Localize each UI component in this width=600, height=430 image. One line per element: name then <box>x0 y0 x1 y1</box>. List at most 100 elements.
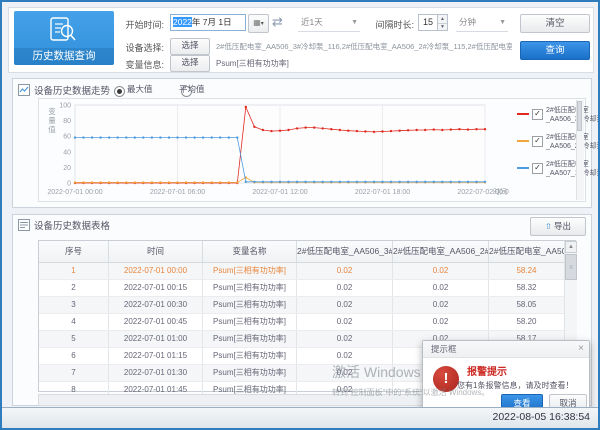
column-header: 变量名称 <box>203 241 297 262</box>
table-cell: Psum[三相有功功率] <box>203 348 297 364</box>
table-cell: 2 <box>39 280 109 296</box>
legend-label: 2#低压配电室_AA506_3#冷却泵 <box>546 106 600 124</box>
table-cell: 2022-07-01 00:30 <box>109 297 203 313</box>
device-select-button[interactable]: 选择 <box>170 38 210 55</box>
legend-item: ✓ 2#低压配电室_AA507_1#冷却泵 <box>517 160 577 178</box>
variable-select-button[interactable]: 选择 <box>170 55 210 72</box>
table-cell: Psum[三相有功功率] <box>203 263 297 279</box>
svg-text:100: 100 <box>59 103 71 110</box>
svg-text:2022-07-01 06:00: 2022-07-01 06:00 <box>150 189 205 196</box>
chevron-down-icon: ▾ <box>261 21 264 27</box>
legend-checkbox[interactable]: ✓ <box>532 163 543 174</box>
legend-color-line <box>517 167 529 169</box>
chevron-down-icon: ▼ <box>351 15 358 31</box>
start-time-label: 开始时间: <box>116 18 164 31</box>
legend-checkbox[interactable]: ✓ <box>532 136 543 147</box>
svg-text:2022-07-01 12:00: 2022-07-01 12:00 <box>252 189 307 196</box>
radio-avg-label[interactable]: 平均值 <box>179 83 205 95</box>
export-label: 导出 <box>554 221 571 231</box>
table-cell: 4 <box>39 314 109 330</box>
svg-text:80: 80 <box>63 118 71 125</box>
module-title: 历史数据查询 <box>14 48 114 65</box>
device-select-label: 设备选择: <box>116 41 164 54</box>
table-cell: 2022-07-01 01:30 <box>109 365 203 381</box>
close-icon[interactable]: × <box>578 343 584 354</box>
variable-info-label: 变量信息: <box>116 58 164 71</box>
table-row[interactable]: 22022-07-01 00:15Psum[三相有功功率]0.020.0258.… <box>39 280 575 297</box>
table-cell: 0.02 <box>297 263 393 279</box>
status-datetime: 2022-08-05 16:38:54 <box>493 411 591 423</box>
table-cell: 2022-07-01 00:15 <box>109 280 203 296</box>
table-cell: 1 <box>39 263 109 279</box>
column-header: 2#低压配电室_AA506_3#冷却泵... <box>297 241 393 262</box>
table-cell: 58.05 <box>489 297 565 313</box>
legend-scrollbar-thumb[interactable] <box>577 101 582 131</box>
table-cell: 0.02 <box>393 280 489 296</box>
column-header: 2#低压配电室_AA507_1#冷却泵... <box>489 241 565 262</box>
table-cell: 58.32 <box>489 280 565 296</box>
svg-text:2022-07-01 00:00: 2022-07-01 00:00 <box>47 189 102 196</box>
status-bar: 2022-08-05 16:38:54 <box>2 407 598 428</box>
query-button[interactable]: 查询 <box>520 41 590 60</box>
module-badge: 历史数据查询 <box>14 11 114 65</box>
table-cell: 0.02 <box>297 331 393 347</box>
table-section-icon <box>18 218 30 236</box>
legend-checkbox[interactable]: ✓ <box>532 109 543 120</box>
date-rest-segment[interactable]: 年 7月 1日 <box>192 17 232 27</box>
svg-text:2022-07-01 18:00: 2022-07-01 18:00 <box>355 189 410 196</box>
device-value: 2#低压配电室_AA506_3#冷却泵_116,2#低压配电室_AA506_2#… <box>216 41 512 52</box>
table-cell: 0.02 <box>297 280 393 296</box>
table-cell: 3 <box>39 297 109 313</box>
app-window: 历史数据查询 开始时间: 2022年 7月 1日 ▦▾ ⇄ 近1天 ▼ 间隔时长… <box>0 0 600 430</box>
alert-exclamation-icon: ! <box>433 366 459 392</box>
table-header-row: 序号时间变量名称2#低压配电室_AA506_3#冷却泵...2#低压配电室_AA… <box>39 241 575 263</box>
chart-legend: ✓ 2#低压配电室_AA506_3#冷却泵 ✓ 2#低压配电室_AA506_2#… <box>517 106 577 187</box>
table-cell: Psum[三相有功功率] <box>203 280 297 296</box>
table-scrollbar-thumb[interactable]: ≡ <box>565 254 577 280</box>
legend-item: ✓ 2#低压配电室_AA506_2#冷却泵 <box>517 133 577 151</box>
legend-scrollbar[interactable] <box>576 100 584 200</box>
calendar-button[interactable]: ▦▾ <box>248 14 269 33</box>
interval-stepper[interactable]: ▲ ▼ <box>438 14 448 31</box>
table-title: 设备历史数据表格 <box>34 218 110 232</box>
variable-value: Psum[三相有功功率] <box>216 58 512 69</box>
stepper-down-icon[interactable]: ▼ <box>438 23 447 31</box>
calendar-icon: ▦ <box>253 18 261 27</box>
legend-item: ✓ 2#低压配电室_AA506_3#冷却泵 <box>517 106 577 124</box>
svg-text:时间: 时间 <box>493 187 507 196</box>
stepper-up-icon[interactable]: ▲ <box>438 15 447 23</box>
table-row[interactable]: 32022-07-01 00:30Psum[三相有功功率]0.020.0258.… <box>39 297 575 314</box>
table-cell: 5 <box>39 331 109 347</box>
table-cell: 2022-07-01 01:15 <box>109 348 203 364</box>
table-cell: 2022-07-01 00:00 <box>109 263 203 279</box>
interval-label: 间隔时长: <box>368 18 414 31</box>
column-header: 序号 <box>39 241 109 262</box>
table-cell: 0.02 <box>297 297 393 313</box>
interval-input[interactable]: 15 <box>418 14 438 31</box>
swap-arrows-icon: ⇄ <box>272 15 283 29</box>
date-selected-segment[interactable]: 2022 <box>173 17 192 27</box>
trend-chart: 2022-07-01 00:00 2022-07-01 06:00 2022-07-… <box>39 99 509 203</box>
radio-max-value[interactable] <box>114 86 125 97</box>
table-row[interactable]: 12022-07-01 00:00Psum[三相有功功率]0.020.0258.… <box>39 263 575 280</box>
table-row[interactable]: 42022-07-01 00:45Psum[三相有功功率]0.020.0258.… <box>39 314 575 331</box>
range-value: 近1天 <box>298 17 323 27</box>
export-button[interactable]: ⇧ 导出 <box>530 217 586 236</box>
table-cell: 2022-07-01 00:45 <box>109 314 203 330</box>
table-cell: 0.02 <box>297 314 393 330</box>
clear-button[interactable]: 清空 <box>520 14 590 33</box>
trend-chart-icon <box>18 83 30 101</box>
range-select[interactable]: 近1天 ▼ <box>298 14 360 32</box>
table-cell: 0.02 <box>393 297 489 313</box>
chevron-down-icon: ▼ <box>499 15 506 31</box>
legend-label: 2#低压配电室_AA506_2#冷却泵 <box>546 133 600 151</box>
table-cell: 7 <box>39 365 109 381</box>
start-date-input[interactable]: 2022年 7月 1日 <box>170 14 246 31</box>
chart-box: 变量值 2022-07-01 00:002022-07-01 06:002022… <box>38 98 586 202</box>
scrollbar-up-icon[interactable]: ▲ <box>565 241 577 253</box>
history-query-icon <box>48 16 78 49</box>
legend-label: 2#低压配电室_AA507_1#冷却泵 <box>546 160 600 178</box>
radio-max-label[interactable]: 最大值 <box>127 83 153 95</box>
interval-unit-select[interactable]: 分钟 ▼ <box>456 14 508 32</box>
export-up-icon: ⇧ <box>545 222 552 231</box>
